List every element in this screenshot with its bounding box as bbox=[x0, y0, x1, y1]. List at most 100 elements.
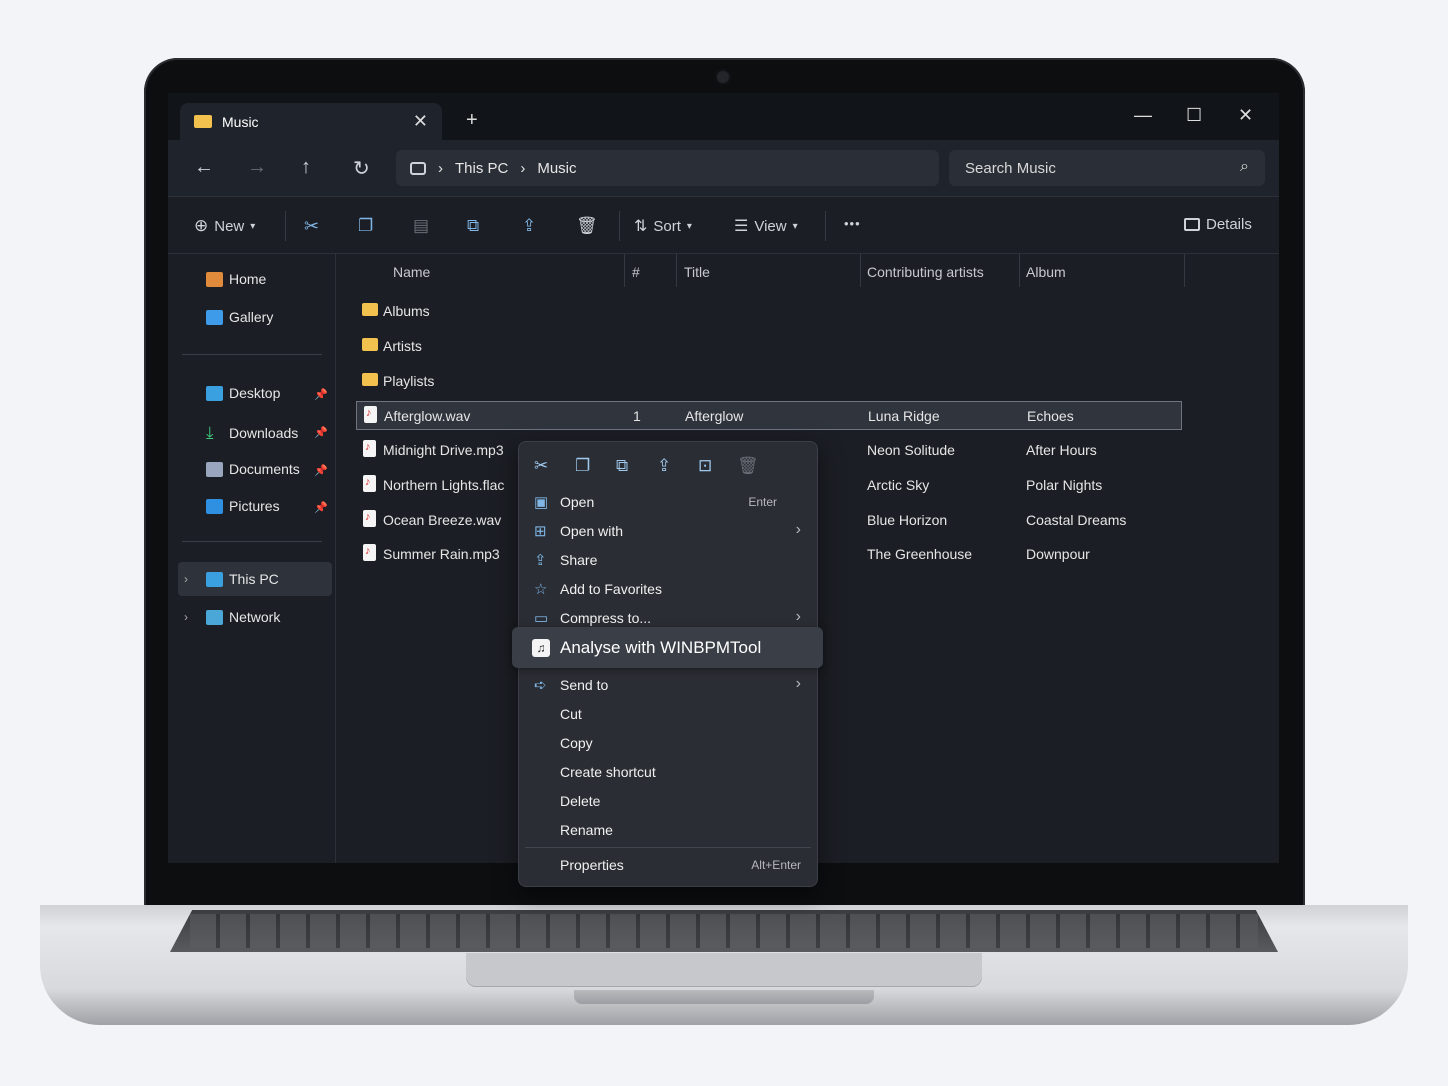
more-options-icon[interactable]: ••• bbox=[844, 216, 861, 231]
menu-item-create-shortcut[interactable]: Create shortcut bbox=[519, 758, 817, 787]
share-icon[interactable]: ⇪ bbox=[657, 456, 671, 476]
address-bar[interactable]: › This PC › Music bbox=[396, 150, 939, 186]
cut-icon[interactable]: ✂ bbox=[534, 456, 548, 476]
search-icon: ⌕ bbox=[1240, 158, 1249, 175]
cut-icon[interactable]: ✂ bbox=[304, 216, 319, 237]
tab-music[interactable]: Music ✕ bbox=[180, 103, 442, 140]
sidebar-item-pictures[interactable]: Pictures bbox=[206, 498, 280, 514]
menu-item-label: Compress to... bbox=[560, 610, 652, 626]
breadcrumb-music[interactable]: Music bbox=[537, 160, 576, 177]
sort-button[interactable]: ⇅ Sort ▾ bbox=[634, 216, 692, 236]
column-header-number[interactable]: # bbox=[632, 264, 640, 280]
breadcrumb-this-pc[interactable]: This PC bbox=[455, 160, 508, 177]
column-header-title[interactable]: Title bbox=[684, 264, 710, 280]
refresh-icon[interactable]: ↻ bbox=[353, 156, 370, 181]
menu-divider bbox=[525, 847, 811, 848]
sidebar-item-label: Home bbox=[229, 271, 267, 287]
webcam bbox=[717, 71, 729, 83]
column-header-album[interactable]: Album bbox=[1026, 264, 1066, 280]
back-icon[interactable]: ← bbox=[194, 156, 214, 179]
search-box[interactable]: Search Music ⌕ bbox=[949, 150, 1265, 186]
set-as-icon[interactable]: ⊡ bbox=[698, 456, 712, 476]
menu-item-label: Send to bbox=[560, 677, 609, 693]
share-icon[interactable]: ⇪ bbox=[522, 216, 536, 236]
up-icon[interactable]: ↑ bbox=[301, 156, 311, 179]
sidebar-item-label: Gallery bbox=[229, 309, 274, 325]
column-header-artists[interactable]: Contributing artists bbox=[867, 264, 984, 280]
track-album: After Hours bbox=[1026, 442, 1097, 458]
chevron-right-icon[interactable]: › bbox=[184, 572, 188, 586]
column-header-name[interactable]: Name bbox=[393, 264, 430, 280]
file-name: Midnight Drive.mp3 bbox=[383, 442, 504, 458]
menu-item-add-favorites[interactable]: ☆ Add to Favorites bbox=[519, 575, 817, 604]
menu-item-label: Rename bbox=[560, 822, 613, 838]
menu-item-label: Delete bbox=[560, 793, 601, 809]
sidebar-divider bbox=[182, 541, 322, 542]
rename-icon[interactable]: ⧉ bbox=[467, 216, 479, 236]
copy-icon[interactable]: ❐ bbox=[358, 216, 373, 236]
new-tab-icon[interactable]: + bbox=[466, 109, 478, 132]
sidebar-item-desktop[interactable]: Desktop bbox=[206, 385, 280, 401]
column-divider[interactable] bbox=[860, 254, 861, 287]
audio-file-icon bbox=[363, 510, 376, 527]
pin-icon[interactable]: 📌 bbox=[314, 501, 328, 514]
list-item[interactable]: Artists bbox=[356, 332, 1182, 361]
menu-item-send-to[interactable]: ➪ Send to › bbox=[519, 671, 817, 700]
menu-item-open-with[interactable]: ⊞ Open with › bbox=[519, 517, 817, 546]
menu-item-share[interactable]: ⇪ Share bbox=[519, 546, 817, 575]
chevron-right-icon: › bbox=[795, 608, 801, 625]
chevron-right-icon: › bbox=[795, 521, 801, 538]
folder-icon bbox=[362, 338, 378, 351]
monitor-icon bbox=[410, 161, 426, 175]
column-divider[interactable] bbox=[1019, 254, 1020, 287]
menu-item-properties[interactable]: Properties Alt+Enter bbox=[519, 851, 817, 880]
menu-item-cut[interactable]: Cut bbox=[519, 700, 817, 729]
view-button[interactable]: ☰ View ▾ bbox=[734, 216, 798, 236]
toolbar-divider bbox=[285, 211, 286, 241]
search-input[interactable]: Search Music bbox=[965, 160, 1056, 177]
archive-icon: ▭ bbox=[534, 610, 549, 627]
menu-item-analyse-winbpmtool[interactable]: ♫ Analyse with WINBPMTool bbox=[512, 627, 823, 668]
file-name: Ocean Breeze.wav bbox=[383, 512, 502, 528]
sidebar-item-home[interactable]: Home bbox=[206, 271, 266, 287]
delete-icon[interactable]: 🗑 bbox=[576, 216, 598, 236]
menu-item-copy[interactable]: Copy bbox=[519, 729, 817, 758]
close-window-icon[interactable]: ✕ bbox=[1238, 105, 1253, 126]
delete-icon[interactable]: 🗑 bbox=[737, 456, 759, 476]
new-button[interactable]: ⊕ New ▾ bbox=[194, 216, 255, 236]
table-row[interactable]: Afterglow.wav 1 Afterglow Luna Ridge Ech… bbox=[356, 401, 1182, 430]
sidebar-item-this-pc[interactable]: This PC bbox=[206, 571, 279, 587]
details-button[interactable]: Details bbox=[1184, 216, 1252, 233]
rename-icon[interactable]: ⧉ bbox=[616, 456, 628, 476]
list-item[interactable]: Playlists bbox=[356, 367, 1182, 396]
chevron-right-icon[interactable]: › bbox=[184, 610, 188, 624]
maximize-icon[interactable]: ☐ bbox=[1186, 105, 1202, 126]
column-divider[interactable] bbox=[676, 254, 677, 287]
menu-item-open[interactable]: ▣ Open Enter bbox=[519, 488, 817, 517]
column-divider[interactable] bbox=[624, 254, 625, 287]
minimize-icon[interactable]: — bbox=[1134, 105, 1152, 126]
pin-icon[interactable]: 📌 bbox=[314, 388, 328, 401]
sidebar-item-network[interactable]: Network bbox=[206, 609, 280, 625]
close-tab-icon[interactable]: ✕ bbox=[413, 111, 428, 132]
pin-icon[interactable]: 📌 bbox=[314, 426, 328, 439]
file-name: Afterglow.wav bbox=[384, 408, 471, 424]
column-divider[interactable] bbox=[1184, 254, 1185, 287]
paste-icon[interactable]: ▤ bbox=[413, 216, 429, 236]
file-name: Albums bbox=[383, 303, 430, 319]
toolbar-divider bbox=[619, 211, 620, 241]
menu-item-rename[interactable]: Rename bbox=[519, 816, 817, 845]
copy-icon[interactable]: ❐ bbox=[575, 456, 590, 476]
sidebar-item-label: Desktop bbox=[229, 385, 281, 401]
command-bar: ⊕ New ▾ ✂ ❐ ▤ ⧉ ⇪ 🗑 ⇅ Sort ▾ ☰ View ▾ ••… bbox=[168, 196, 1279, 254]
sidebar-item-label: Documents bbox=[229, 461, 300, 477]
forward-icon[interactable]: → bbox=[247, 156, 267, 179]
sidebar-item-downloads[interactable]: ⤓ Downloads bbox=[206, 423, 298, 443]
track-artist: Arctic Sky bbox=[867, 477, 930, 493]
menu-item-delete[interactable]: Delete bbox=[519, 787, 817, 816]
sidebar-item-gallery[interactable]: Gallery bbox=[206, 309, 273, 325]
sidebar-item-documents[interactable]: Documents bbox=[206, 461, 300, 477]
list-item[interactable]: Albums bbox=[356, 297, 1182, 326]
menu-item-label: Share bbox=[560, 552, 598, 568]
pin-icon[interactable]: 📌 bbox=[314, 464, 328, 477]
